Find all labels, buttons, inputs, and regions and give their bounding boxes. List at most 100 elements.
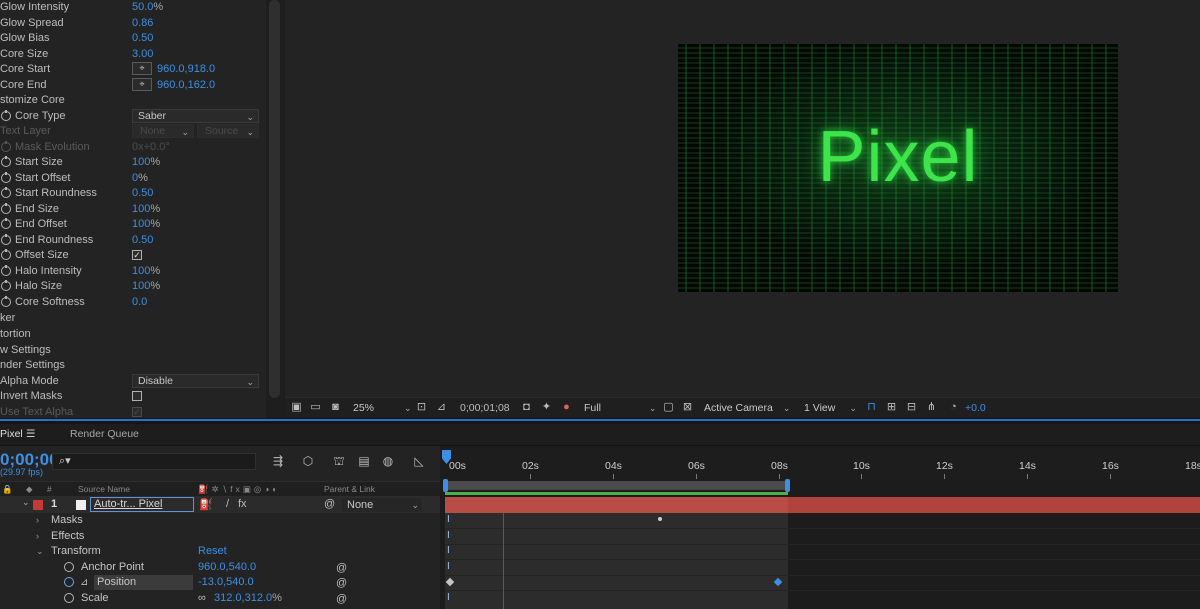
expand-chevron-icon[interactable]: ›: [36, 529, 39, 544]
prop-value[interactable]: 0.0: [132, 295, 147, 310]
prop-core-size[interactable]: Core Size 3.00: [0, 47, 266, 62]
column-parent-link[interactable]: Parent & Link: [324, 484, 375, 494]
reset-link[interactable]: Reset: [198, 544, 227, 559]
motion-blur-icon[interactable]: ◍: [380, 454, 396, 468]
tab-render-queue[interactable]: Render Queue: [70, 428, 139, 440]
marker-dot[interactable]: [658, 517, 662, 521]
prop-scale[interactable]: Scale ∞ 312.0,312.0% @: [0, 591, 440, 607]
prop-value[interactable]: 3.00: [132, 47, 153, 62]
scrollbar-thumb[interactable]: [269, 0, 280, 398]
graph-editor-icon[interactable]: ◺: [411, 454, 427, 468]
quality-switch-icon[interactable]: /: [226, 498, 229, 510]
prop-value[interactable]: 100%: [132, 279, 160, 294]
effect-controls-scrollbar[interactable]: [266, 0, 284, 420]
prop-offset-size[interactable]: Offset Size ✓: [0, 248, 266, 263]
lock-icon[interactable]: 🔒: [2, 484, 13, 495]
prop-start-roundness[interactable]: Start Roundness 0.50: [0, 186, 266, 201]
prop-halo-size[interactable]: Halo Size 100%: [0, 279, 266, 294]
prop-halo-intensity[interactable]: Halo Intensity 100%: [0, 264, 266, 279]
layer-row[interactable]: ⌄ 1 Auto-tr... Pixel ⛽ / fx @ None ⌄: [0, 497, 440, 513]
prop-glow-intensity[interactable]: Glow Intensity 50.0%: [0, 0, 266, 15]
expression-pickwhip-icon[interactable]: @: [336, 592, 347, 607]
expression-pickwhip-icon[interactable]: @: [336, 576, 347, 591]
view-layout-dropdown[interactable]: 1 View ⌄: [804, 401, 857, 415]
zoom-dropdown[interactable]: 25% ⌄: [353, 401, 412, 415]
stopwatch-icon[interactable]: [1, 156, 11, 167]
stopwatch-icon[interactable]: [1, 295, 11, 307]
stopwatch-icon[interactable]: [1, 202, 11, 214]
playhead-line[interactable]: [503, 513, 504, 609]
prop-value[interactable]: 0%: [132, 171, 148, 186]
shy-switch-icon[interactable]: ⛽: [199, 498, 213, 511]
collapse-chevron-icon[interactable]: ⌄: [22, 497, 30, 508]
label-tag-icon[interactable]: ◆: [26, 484, 33, 495]
stopwatch-icon[interactable]: [64, 592, 74, 603]
prop-invert-masks[interactable]: Invert Masks: [0, 389, 266, 404]
prop-position[interactable]: ⊿ Position -13.0,540.0 @: [0, 575, 440, 591]
offset-size-checkbox[interactable]: ✓: [132, 250, 142, 260]
prop-value[interactable]: 0.50: [132, 233, 153, 248]
always-preview-icon[interactable]: ▣: [290, 401, 303, 414]
work-area-end-handle[interactable]: [785, 479, 790, 492]
draft-3d-icon[interactable]: ⬡: [300, 454, 316, 468]
composition-frame[interactable]: Pixel: [678, 44, 1118, 292]
layer-label-color[interactable]: [33, 500, 43, 510]
prop-value[interactable]: 0.50: [132, 31, 153, 46]
current-time-display[interactable]: 0;00;01;08: [460, 401, 510, 415]
crosshair-icon[interactable]: ⌖: [132, 77, 152, 91]
reset-exposure-icon[interactable]: ◔: [947, 401, 960, 414]
shy-layers-icon[interactable]: ⛫: [331, 454, 347, 468]
prop-start-size[interactable]: Start Size 100%: [0, 155, 266, 170]
group-customize-core[interactable]: stomize Core: [0, 93, 266, 108]
effect-switch-icon[interactable]: fx: [238, 498, 247, 510]
stopwatch-icon[interactable]: [1, 187, 11, 198]
group-distortion[interactable]: tortion: [0, 327, 266, 342]
prop-glow-spread[interactable]: Glow Spread 0.86: [0, 16, 266, 31]
prop-end-size[interactable]: End Size 100%: [0, 202, 266, 217]
fit-frame-icon[interactable]: ⊡: [415, 401, 428, 414]
work-area-bar[interactable]: [443, 479, 790, 492]
vr-goggles-icon[interactable]: ◙: [329, 401, 342, 414]
layer-name[interactable]: Auto-tr... Pixel: [90, 497, 194, 512]
prop-core-type[interactable]: Core Type Saber ⌄: [0, 108, 266, 124]
prop-start-offset[interactable]: Start Offset 0%: [0, 171, 266, 186]
timeline-tracks[interactable]: 00s 02s 04s 06s 08s 10s 12s 14s 16s 18s: [440, 446, 1200, 609]
prop-alpha-mode[interactable]: Alpha Mode Disable ⌄: [0, 373, 266, 389]
flowchart-icon[interactable]: ⋔: [925, 401, 938, 414]
prop-value[interactable]: 0.86: [132, 16, 153, 31]
color-channels-icon[interactable]: ●: [560, 401, 573, 414]
resolution-dropdown[interactable]: Full ⌄: [584, 401, 656, 415]
exposure-value[interactable]: +0.0: [965, 401, 986, 415]
prop-core-softness[interactable]: Core Softness 0.0: [0, 295, 266, 310]
prop-transform[interactable]: ⌄ Transform Reset: [0, 544, 440, 560]
group-flicker[interactable]: ker: [0, 311, 266, 326]
prop-glow-bias[interactable]: Glow Bias 0.50: [0, 31, 266, 46]
composition-viewer[interactable]: Pixel: [285, 0, 1200, 397]
stopwatch-icon[interactable]: [1, 109, 11, 121]
prop-value[interactable]: 0.50: [132, 186, 153, 201]
layer-search-input[interactable]: ⌕▾: [52, 453, 256, 470]
fast-previews-icon[interactable]: ⊞: [885, 401, 898, 414]
work-area-start-handle[interactable]: [443, 479, 448, 492]
prop-value[interactable]: 100%: [132, 264, 160, 279]
expand-chevron-icon[interactable]: ›: [36, 513, 39, 528]
monitor-icon[interactable]: ▭: [309, 401, 322, 414]
stopwatch-icon[interactable]: [64, 577, 74, 587]
stopwatch-icon[interactable]: [1, 233, 11, 245]
toggle-pixel-aspect-icon[interactable]: ⊓: [865, 401, 878, 414]
region-of-interest-icon[interactable]: ▢: [662, 401, 675, 414]
parent-dropdown[interactable]: None ⌄: [342, 498, 422, 512]
group-glow-settings[interactable]: w Settings: [0, 343, 266, 358]
prop-core-start[interactable]: Core Start ⌖ 960.0,918.0: [0, 62, 266, 77]
layer-bar-active[interactable]: [445, 497, 788, 513]
stopwatch-icon[interactable]: [1, 280, 11, 291]
prop-masks[interactable]: › Masks: [0, 513, 440, 529]
prop-effects[interactable]: › Effects: [0, 529, 440, 545]
camera-dropdown[interactable]: Active Camera ⌄: [704, 401, 790, 415]
camera-snapshot-icon[interactable]: ◘: [520, 401, 533, 414]
collapse-chevron-icon[interactable]: ⌄: [36, 544, 44, 559]
prop-end-offset[interactable]: End Offset 100%: [0, 217, 266, 232]
prop-value[interactable]: 960.0,540.0: [198, 560, 256, 575]
time-ruler[interactable]: 00s 02s 04s 06s 08s 10s 12s 14s 16s 18s: [440, 446, 1200, 480]
title-safe-icon[interactable]: ⊿: [435, 401, 448, 414]
